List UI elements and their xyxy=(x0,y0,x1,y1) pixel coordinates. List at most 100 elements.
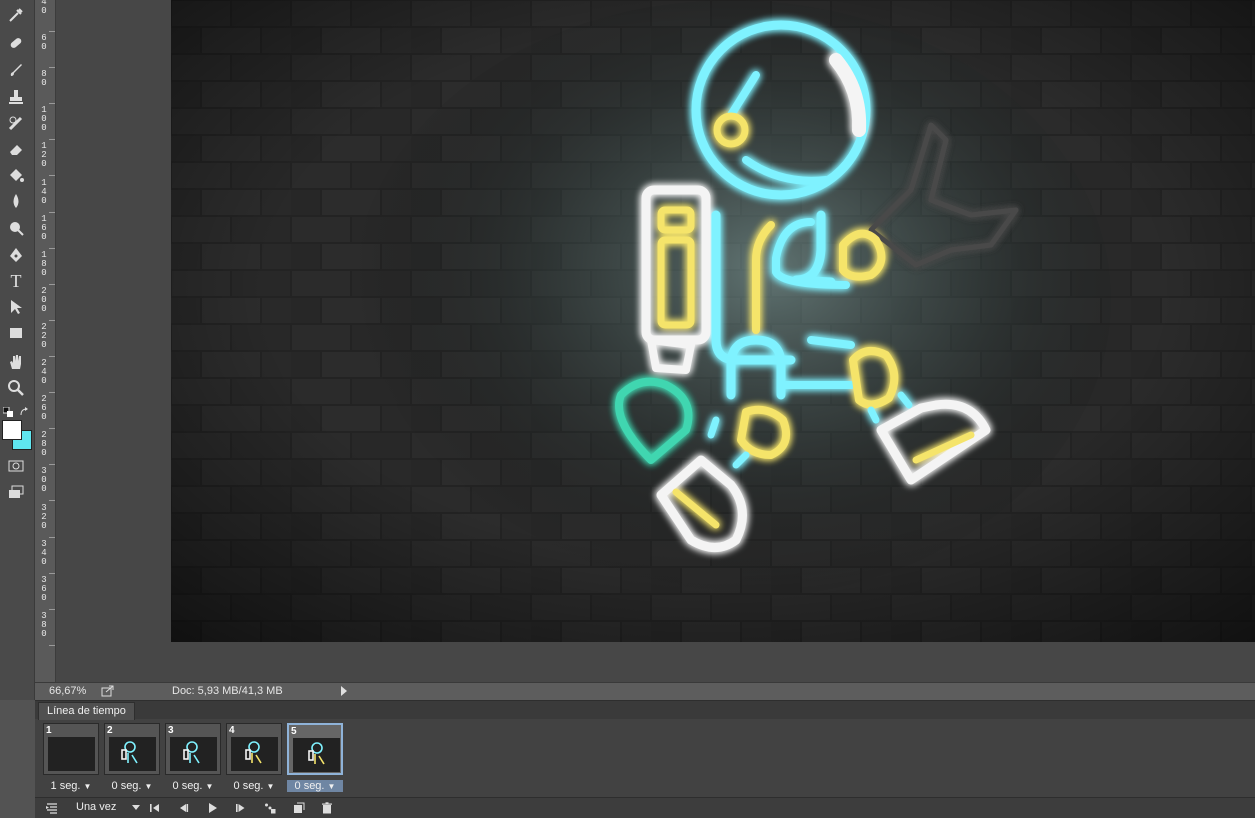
frame-delay[interactable]: 1 seg. ▼ xyxy=(43,780,99,792)
ruler-label: 180 xyxy=(41,249,47,278)
ruler-tick xyxy=(49,572,55,574)
ruler-label: 360 xyxy=(41,574,47,603)
frame-thumbnail xyxy=(293,738,340,772)
export-icon[interactable] xyxy=(101,685,115,697)
frame-thumbnail xyxy=(48,737,95,771)
ruler-tick xyxy=(49,283,55,285)
ruler-label: 240 xyxy=(41,358,47,387)
frame-box: 5 xyxy=(287,723,343,775)
ruler-label: 80 xyxy=(41,69,47,89)
foreground-color-swatch[interactable] xyxy=(2,420,22,440)
ruler-label: 160 xyxy=(41,213,47,242)
frame-number: 5 xyxy=(291,726,297,737)
next-frame-icon[interactable] xyxy=(233,801,249,815)
frame-delay-value: 0 seg. xyxy=(294,780,325,792)
path-selection-icon[interactable] xyxy=(3,296,29,318)
ruler-label: 60 xyxy=(41,33,47,53)
frame-delay-value: 0 seg. xyxy=(111,780,142,792)
pen-icon[interactable] xyxy=(3,244,29,266)
tween-icon[interactable] xyxy=(261,801,279,815)
chevron-down-icon: ▼ xyxy=(266,782,275,791)
animation-frame[interactable]: 3 0 seg. ▼ xyxy=(165,723,221,793)
ruler-tick xyxy=(49,211,55,213)
animation-frame[interactable]: 2 0 seg. ▼ xyxy=(104,723,160,793)
frame-number: 3 xyxy=(168,725,174,736)
ruler-tick xyxy=(49,356,55,357)
ruler-tick xyxy=(49,536,55,538)
frame-box: 1 xyxy=(43,723,99,775)
ruler-label: 340 xyxy=(41,538,47,567)
frame-delay[interactable]: 0 seg. ▼ xyxy=(287,780,343,792)
ruler-tick xyxy=(49,500,55,502)
chevron-down-icon xyxy=(132,805,140,810)
frame-thumbnail xyxy=(170,737,217,771)
swap-colors-icon[interactable] xyxy=(19,404,29,416)
timeline-panel: Línea de tiempo 1 1 seg. ▼ 2 0 seg. ▼ 3 0 seg… xyxy=(35,700,1255,818)
eyedropper-icon[interactable] xyxy=(3,4,29,26)
frame-box: 2 xyxy=(104,723,160,775)
ruler-tick xyxy=(49,392,55,394)
zoom-icon[interactable] xyxy=(3,377,29,399)
ruler-label: 140 xyxy=(41,177,47,206)
first-frame-icon[interactable] xyxy=(147,801,163,815)
ruler-label: 280 xyxy=(41,430,47,459)
ruler-tick xyxy=(49,644,55,646)
animation-frame[interactable]: 4 0 seg. ▼ xyxy=(226,723,282,793)
ruler-tick xyxy=(49,175,55,177)
ruler-tick xyxy=(49,103,55,105)
dodge-icon[interactable] xyxy=(3,217,29,239)
frame-delay-value: 1 seg. xyxy=(50,780,81,792)
chevron-down-icon: ▼ xyxy=(327,782,336,791)
duplicate-frame-icon[interactable] xyxy=(291,801,307,815)
eraser-icon[interactable] xyxy=(3,138,29,160)
previous-frame-icon[interactable] xyxy=(175,801,191,815)
timeline-controls: Una vez xyxy=(35,797,1255,818)
document-info: Doc: 5,93 MB/41,3 MB xyxy=(172,685,283,697)
frame-delay[interactable]: 0 seg. ▼ xyxy=(165,780,221,792)
status-bar: 66,67% Doc: 5,93 MB/41,3 MB xyxy=(35,682,1255,700)
ruler-label: 200 xyxy=(41,285,47,314)
history-brush-icon[interactable] xyxy=(3,112,29,134)
frame-number: 4 xyxy=(229,725,235,736)
convert-to-video-timeline-icon[interactable] xyxy=(43,801,61,815)
frame-box: 4 xyxy=(226,723,282,775)
trash-icon[interactable] xyxy=(319,801,335,815)
tab-timeline[interactable]: Línea de tiempo xyxy=(38,702,135,720)
default-colors-icon[interactable] xyxy=(2,404,13,417)
brush-icon[interactable] xyxy=(3,59,29,81)
type-icon[interactable]: T xyxy=(3,270,29,292)
screen-mode-icon[interactable] xyxy=(3,481,29,503)
frame-number: 1 xyxy=(46,725,52,736)
chevron-down-icon: ▼ xyxy=(83,782,92,791)
frame-delay[interactable]: 0 seg. ▼ xyxy=(226,780,282,792)
animation-frame[interactable]: 1 1 seg. ▼ xyxy=(43,723,99,793)
paint-bucket-icon[interactable] xyxy=(3,164,29,186)
rectangle-icon[interactable] xyxy=(3,322,29,344)
ruler-label: 100 xyxy=(41,105,47,134)
clone-stamp-icon[interactable] xyxy=(3,86,29,108)
frame-delay[interactable]: 0 seg. ▼ xyxy=(104,780,160,792)
document-canvas[interactable] xyxy=(171,0,1255,642)
healing-brush-icon[interactable] xyxy=(3,32,29,54)
ruler-label: 380 xyxy=(41,610,47,639)
play-icon[interactable] xyxy=(204,801,220,815)
frame-thumbnail xyxy=(109,737,156,771)
hand-icon[interactable] xyxy=(3,351,29,373)
blur-icon[interactable] xyxy=(3,190,29,212)
chevron-down-icon: ▼ xyxy=(144,782,153,791)
ruler-tick xyxy=(49,247,55,249)
quick-mask-icon[interactable] xyxy=(3,455,29,477)
ruler-tick xyxy=(49,608,55,610)
loop-options-select[interactable]: Una vez xyxy=(73,800,142,815)
ruler-tick xyxy=(49,319,55,321)
animation-frame[interactable]: 5 0 seg. ▼ xyxy=(287,723,343,793)
status-menu-arrow-icon[interactable] xyxy=(340,686,348,696)
ruler-tick xyxy=(49,67,55,69)
neon-astronaut-artwork xyxy=(171,0,1255,642)
zoom-level[interactable]: 66,67% xyxy=(49,685,86,697)
loop-options-value: Una vez xyxy=(76,801,117,813)
timeline-tab-bar: Línea de tiempo xyxy=(35,701,1255,720)
ruler-tick xyxy=(49,31,55,32)
ruler-label: 220 xyxy=(41,322,47,350)
ruler-label: 300 xyxy=(41,466,47,495)
